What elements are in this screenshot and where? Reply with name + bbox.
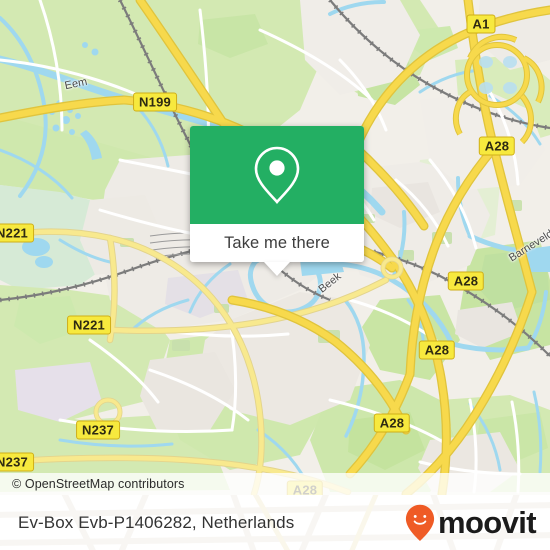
place-title: Ev-Box Evb-P1406282, Netherlands	[18, 512, 295, 532]
map-screenshot: A1 N199 A28 N221 A28 N221 A28 N237 A28 N…	[0, 0, 550, 550]
road-shield: A28	[373, 413, 411, 433]
callout-tail	[264, 262, 290, 276]
road-shield: N237	[76, 420, 120, 440]
road-shield: N221	[0, 223, 34, 243]
road-shield: N199	[133, 92, 177, 112]
map-callout[interactable]: Take me there	[190, 126, 364, 276]
road-shield: A1	[466, 14, 496, 34]
road-shield: A28	[418, 340, 456, 360]
moovit-pin-smiley-icon	[405, 504, 435, 541]
map-attribution: © OpenStreetMap contributors	[0, 473, 550, 495]
map-pin-icon	[254, 146, 300, 204]
road-shield: N221	[67, 315, 111, 335]
road-shield: A28	[447, 271, 485, 291]
road-shield: N237	[0, 452, 34, 472]
take-me-there-button[interactable]: Take me there	[190, 224, 364, 262]
moovit-wordmark: moovit	[437, 505, 537, 540]
road-shield: A28	[478, 136, 516, 156]
callout-pin-area	[190, 126, 364, 224]
take-me-there-label: Take me there	[224, 233, 330, 252]
footer-bar: Ev-Box Evb-P1406282, Netherlands moovit	[0, 495, 550, 550]
moovit-logo[interactable]: moovit	[405, 504, 537, 542]
